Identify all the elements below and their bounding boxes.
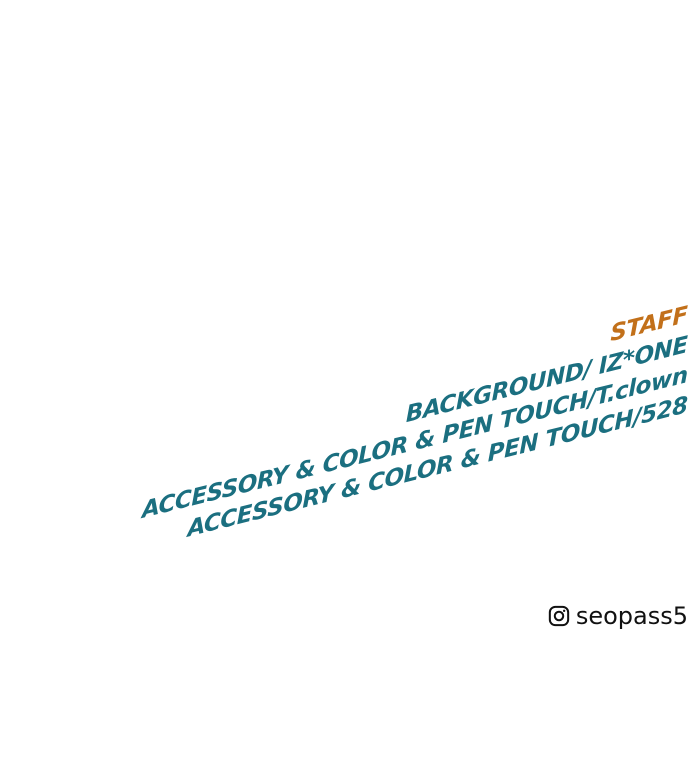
staff-credits: STAFF BACKGROUND/ IZ*ONE ACCESSORY & COL… (142, 300, 688, 556)
instagram-handle-text: seopass5 (575, 602, 688, 630)
instagram-handle: seopass5 (548, 602, 688, 630)
instagram-icon (548, 605, 570, 627)
